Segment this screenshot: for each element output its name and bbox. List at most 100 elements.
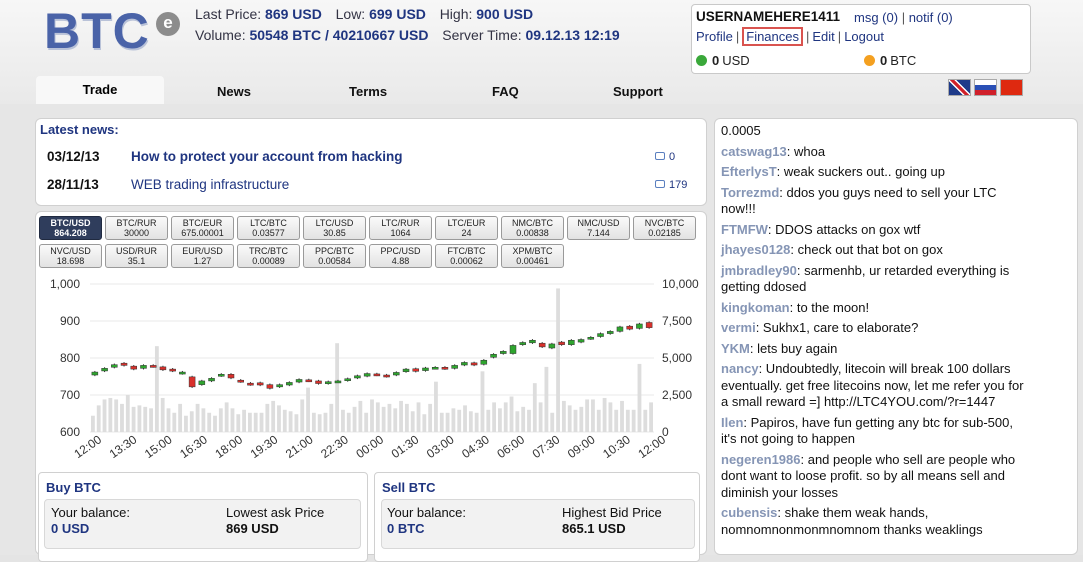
news-comments[interactable]: 0 xyxy=(655,151,675,163)
candle-down xyxy=(645,322,653,328)
btce-logo[interactable]: BTC xyxy=(44,2,150,60)
volume-bar xyxy=(131,406,136,432)
chat-username[interactable]: Ilen xyxy=(721,415,743,430)
candle-up xyxy=(111,364,118,368)
chinese-flag-icon[interactable] xyxy=(1000,79,1023,96)
chat-username[interactable]: negeren1986 xyxy=(721,452,801,467)
pair-button-ppc-btc[interactable]: PPC/BTC 0.00584 xyxy=(303,244,366,268)
logout-link[interactable]: Logout xyxy=(844,29,884,44)
pair-price: 0.02185 xyxy=(648,228,681,238)
pair-button-btc-rur[interactable]: BTC/RUR 30000 xyxy=(105,216,168,240)
pair-button-nvc-usd[interactable]: NVC/USD 18.698 xyxy=(39,244,102,268)
pair-button-ftc-btc[interactable]: FTC/BTC 0.00062 xyxy=(435,244,498,268)
volume-bar xyxy=(404,403,409,432)
candle-down xyxy=(169,368,176,372)
y-axis-tick-label: 600 xyxy=(60,425,80,439)
pair-button-ltc-btc[interactable]: LTC/BTC 0.03577 xyxy=(237,216,300,240)
candle-up xyxy=(334,380,342,384)
news-comments[interactable]: 179 xyxy=(655,179,687,191)
pair-name: LTC/RUR xyxy=(381,218,420,228)
volume-bar xyxy=(370,399,374,432)
chat-username[interactable]: catswag13 xyxy=(721,144,787,159)
chat-message: Torrezmd: ddos you guys need to sell you… xyxy=(721,185,1031,218)
volume-bar xyxy=(189,411,194,432)
buy-title: Buy BTC xyxy=(46,480,101,495)
candle-up xyxy=(140,365,147,369)
volume-bar xyxy=(631,409,636,432)
tab-terms[interactable]: Terms xyxy=(349,84,387,99)
volume-bar xyxy=(114,399,119,432)
chat-message: FTMFW: DDOS attacks on gox wtf xyxy=(721,222,1031,239)
volume-value: 50548 BTC / 40210667 USD xyxy=(249,27,429,43)
chat-panel: 0.0005 catswag13: whoa EfterlysT: weak suc… xyxy=(714,118,1078,555)
chat-username[interactable]: kingkoman xyxy=(721,300,790,315)
messages-link[interactable]: msg (0) xyxy=(854,10,898,25)
x-axis-tick-label: 19:30 xyxy=(248,432,281,461)
tab-news[interactable]: News xyxy=(217,84,251,99)
volume-bar xyxy=(544,366,549,432)
pair-button-nvc-btc[interactable]: NVC/BTC 0.02185 xyxy=(633,216,696,240)
volume-bar xyxy=(625,409,630,432)
pair-button-ltc-rur[interactable]: LTC/RUR 1064 xyxy=(369,216,432,240)
pair-button-nmc-btc[interactable]: NMC/BTC 0.00838 xyxy=(501,216,564,240)
main-nav: Trade News Terms FAQ Support xyxy=(0,76,1083,106)
chat-username[interactable]: YKM xyxy=(721,341,750,356)
chat-username[interactable]: EfterlysT xyxy=(721,164,777,179)
volume-bar xyxy=(149,408,153,432)
sell-balance-value[interactable]: 0 BTC xyxy=(387,521,425,536)
tab-trade[interactable]: Trade xyxy=(36,76,164,106)
chat-username[interactable]: jhayes0128 xyxy=(721,242,790,257)
volume-bar xyxy=(480,371,485,432)
tab-faq[interactable]: FAQ xyxy=(492,84,519,99)
chat-message: 0.0005 xyxy=(721,123,1031,140)
edit-link[interactable]: Edit xyxy=(812,29,834,44)
chat-username[interactable]: vermi xyxy=(721,320,756,335)
profile-link[interactable]: Profile xyxy=(696,29,733,44)
chat-username[interactable]: jmbradley90 xyxy=(721,263,797,278)
candle-up xyxy=(490,354,497,358)
x-axis-tick-label: 16:30 xyxy=(177,432,210,461)
pair-button-ppc-usd[interactable]: PPC/USD 4.88 xyxy=(369,244,432,268)
chat-username[interactable]: cubensis xyxy=(721,505,777,520)
pair-button-eur-usd[interactable]: EUR/USD 1.27 xyxy=(171,244,234,268)
pair-button-xpm-btc[interactable]: XPM/BTC 0.00461 xyxy=(501,244,564,268)
x-axis-tick-label: 00:00 xyxy=(353,432,386,461)
candle-up xyxy=(276,384,283,388)
pair-button-ltc-usd[interactable]: LTC/USD 30.85 xyxy=(303,216,366,240)
news-link[interactable]: How to protect your account from hacking xyxy=(131,149,403,164)
volume-bar xyxy=(585,399,590,432)
russian-flag-icon[interactable] xyxy=(974,79,997,96)
volume-bar xyxy=(277,405,281,432)
english-flag-icon[interactable] xyxy=(948,79,971,96)
pair-name: LTC/BTC xyxy=(250,218,287,228)
tab-support[interactable]: Support xyxy=(613,84,663,99)
chat-username[interactable]: Torrezmd xyxy=(721,185,779,200)
pair-button-btc-usd[interactable]: BTC/USD 864.208 xyxy=(39,216,102,240)
news-item: 28/11/13 WEB trading infrastructure xyxy=(47,177,289,192)
chat-message: Ilen: Papiros, have fun getting any btc … xyxy=(721,415,1031,448)
chat-text: 0.0005 xyxy=(721,123,761,138)
buy-balance-value[interactable]: 0 USD xyxy=(51,521,89,536)
candle-up xyxy=(461,362,468,366)
language-flags xyxy=(948,79,1026,101)
pair-button-nmc-usd[interactable]: NMC/USD 7.144 xyxy=(567,216,630,240)
candle-up xyxy=(587,337,595,340)
candle-up xyxy=(529,339,536,344)
news-link[interactable]: WEB trading infrastructure xyxy=(131,177,289,192)
comment-icon xyxy=(655,180,665,188)
volume-bar xyxy=(329,403,334,432)
highest-bid-value[interactable]: 865.1 USD xyxy=(562,521,626,536)
lowest-ask-value[interactable]: 869 USD xyxy=(226,521,279,536)
pair-button-btc-eur[interactable]: BTC/EUR 675.00001 xyxy=(171,216,234,240)
chat-username[interactable]: FTMFW xyxy=(721,222,768,237)
pair-button-usd-rur[interactable]: USD/RUR 35.1 xyxy=(105,244,168,268)
pair-button-trc-btc[interactable]: TRC/BTC 0.00089 xyxy=(237,244,300,268)
pair-name: TRC/BTC xyxy=(249,246,288,256)
pair-button-ltc-eur[interactable]: LTC/EUR 24 xyxy=(435,216,498,240)
volume-bar xyxy=(509,396,514,432)
comment-icon xyxy=(655,152,665,160)
finances-link[interactable]: Finances xyxy=(742,27,803,46)
notifications-link[interactable]: notif (0) xyxy=(909,10,953,25)
pair-name: BTC/USD xyxy=(50,218,91,228)
chat-username[interactable]: nancy xyxy=(721,361,759,376)
